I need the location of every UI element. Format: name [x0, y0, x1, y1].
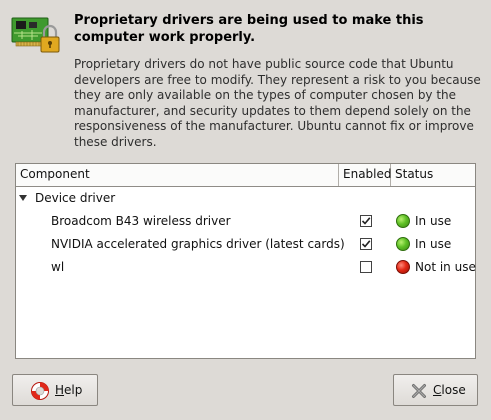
status-indicator-green-icon [396, 237, 410, 251]
column-header-component[interactable]: Component [16, 164, 339, 186]
driver-name: wl [51, 260, 65, 274]
status-indicator-green-icon [396, 214, 410, 228]
description-text: Proprietary drivers do not have public s… [74, 57, 481, 149]
table-row[interactable]: Broadcom B43 wireless driver In use [16, 210, 475, 233]
driver-name: NVIDIA accelerated graphics driver (late… [51, 237, 345, 251]
page-title: Proprietary drivers are being used to ma… [74, 13, 424, 45]
close-button[interactable]: Close [393, 374, 478, 406]
close-button-label: Close [433, 383, 466, 397]
tree-header: Component Enabled Status [16, 164, 475, 187]
help-button-label: Help [55, 383, 83, 397]
enabled-checkbox[interactable] [360, 215, 372, 227]
group-label: Device driver [35, 191, 116, 205]
column-header-enabled[interactable]: Enabled [339, 164, 392, 186]
column-header-status[interactable]: Status [391, 164, 475, 186]
table-row[interactable]: NVIDIA accelerated graphics driver (late… [16, 233, 475, 256]
drivers-tree[interactable]: Component Enabled Status Device driver B… [15, 163, 476, 359]
hardware-card-lock-icon [10, 11, 62, 59]
enabled-checkbox[interactable] [360, 238, 372, 250]
status-indicator-red-icon [396, 260, 410, 274]
enabled-checkbox[interactable] [360, 261, 372, 273]
expander-arrow-icon[interactable] [19, 195, 27, 201]
tree-group-device-driver[interactable]: Device driver [16, 187, 475, 210]
lifebuoy-icon [30, 381, 50, 404]
status-text: Not in use [415, 260, 476, 274]
status-text: In use [415, 237, 452, 251]
close-icon [411, 383, 427, 402]
help-button[interactable]: Help [12, 374, 98, 406]
status-text: In use [415, 214, 452, 228]
table-row[interactable]: wl Not in use [16, 256, 476, 279]
driver-name: Broadcom B43 wireless driver [51, 214, 231, 228]
